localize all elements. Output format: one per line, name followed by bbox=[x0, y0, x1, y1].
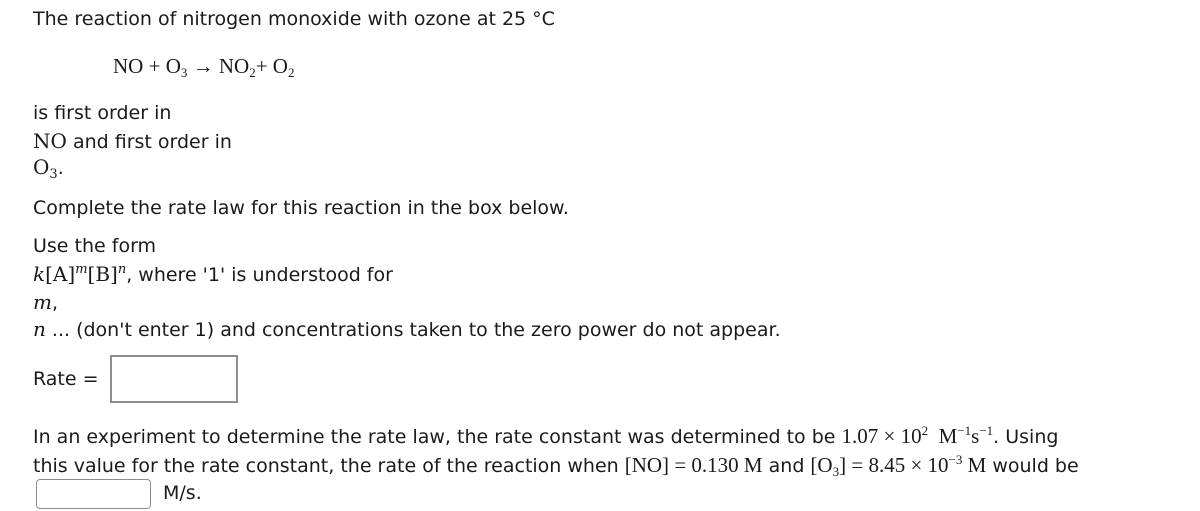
rate-label: Rate = bbox=[33, 368, 99, 390]
rate-constant-value: 1.07 × 102 M−1s−1 bbox=[841, 423, 994, 448]
answer-unit: M/s. bbox=[163, 482, 202, 504]
use-form-label: Use the form bbox=[33, 235, 157, 257]
experiment-line-1: In an experiment to determine the rate l… bbox=[33, 423, 1059, 448]
rate-law-form: k[A]m[B]n, where '1' is understood for bbox=[33, 262, 393, 286]
reactant-no: NO bbox=[113, 54, 144, 78]
m-line: m, bbox=[33, 290, 59, 314]
order-line-2: NO and first order in bbox=[33, 129, 232, 153]
intro-text: The reaction of nitrogen monoxide with o… bbox=[33, 8, 555, 30]
experiment-line-2: this value for the rate constant, the ra… bbox=[33, 452, 1079, 479]
product-no2: NO2 bbox=[218, 54, 256, 80]
form-expression: k[A]m[B]n bbox=[33, 262, 127, 286]
product-o2: O2 bbox=[272, 54, 295, 80]
rate-law-input[interactable] bbox=[110, 355, 238, 403]
plus-sign: + bbox=[255, 54, 273, 78]
no-concentration: [NO] = 0.130 M bbox=[624, 453, 763, 477]
reaction-rate-answer-input[interactable] bbox=[36, 479, 151, 509]
species-no: NO bbox=[33, 129, 67, 153]
n-line: n ... (don't enter 1) and concentrations… bbox=[33, 317, 781, 341]
reactant-o3: O3 bbox=[165, 54, 188, 80]
reaction-equation: NO + O3 → NO2+ O2 bbox=[113, 54, 294, 79]
complete-instruction: Complete the rate law for this reaction … bbox=[33, 197, 569, 219]
o3-concentration: [O3] = 8.45 × 10−3 M bbox=[810, 452, 987, 479]
species-o3: O3 bbox=[33, 155, 58, 182]
order-line-3: O3. bbox=[33, 155, 64, 182]
reaction-arrow: → bbox=[187, 54, 219, 78]
plus-sign: + bbox=[143, 54, 166, 78]
order-line-1: is first order in bbox=[33, 102, 172, 124]
